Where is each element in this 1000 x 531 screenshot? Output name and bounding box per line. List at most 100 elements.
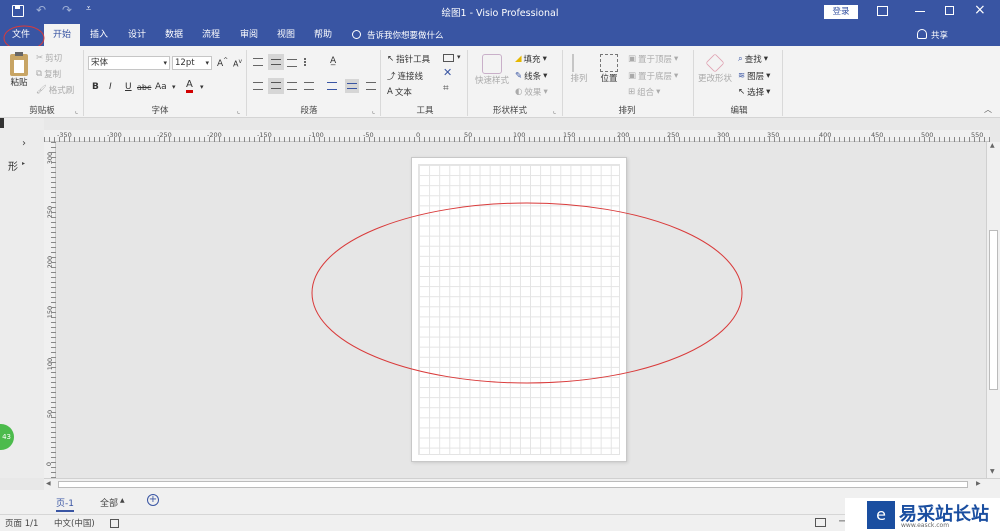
chevron-down-icon: ▾ xyxy=(172,83,176,91)
pointer-tool-button[interactable]: ↖ 指针工具 xyxy=(387,53,430,65)
restore-icon[interactable] xyxy=(945,6,954,15)
chevron-down-icon: ▾ xyxy=(163,59,167,67)
search-icon xyxy=(352,30,361,39)
redo-icon[interactable]: ↷ xyxy=(62,3,72,17)
collapse-ribbon-icon[interactable]: ︿ xyxy=(984,104,992,115)
share-button[interactable]: 共享 xyxy=(931,29,948,41)
shrink-font-icon[interactable]: Av xyxy=(233,58,242,69)
page-number[interactable]: 页面 1/1 xyxy=(5,517,38,529)
scroll-down-icon[interactable]: ▼ xyxy=(990,468,995,475)
effects-button[interactable]: ◐ 效果 ▾ xyxy=(515,86,548,98)
undo-icon[interactable]: ↶ xyxy=(36,3,46,17)
text-direction-button[interactable]: A̲ xyxy=(330,56,336,66)
send-back-button[interactable]: ▣ 置于底层 ▾ xyxy=(628,70,678,82)
font-name-select[interactable]: 宋体 ▾ xyxy=(88,56,170,70)
font-size-select[interactable]: 12pt ▾ xyxy=(172,56,212,70)
close-icon[interactable]: ✕ xyxy=(443,66,452,79)
select-button[interactable]: ↖ 选择 ▾ xyxy=(738,86,770,98)
save-icon[interactable] xyxy=(12,5,24,17)
text-icon: A xyxy=(387,87,393,97)
tab-help[interactable]: 帮助 xyxy=(308,24,338,46)
tab-view[interactable]: 视图 xyxy=(271,24,301,46)
scroll-right-icon[interactable]: ▶ xyxy=(976,480,981,487)
position-button[interactable]: 位置 xyxy=(597,54,621,84)
bring-front-button[interactable]: ▣ 置于顶层 ▾ xyxy=(628,53,678,65)
fill-button[interactable]: ◢ 填充 ▾ xyxy=(515,53,547,65)
layers-icon: ≋ xyxy=(738,71,746,81)
close-icon[interactable]: × xyxy=(974,2,986,18)
change-case-button[interactable]: Aa xyxy=(155,82,167,92)
group-icon: ⊞ xyxy=(628,87,636,97)
chevron-right-icon[interactable]: › xyxy=(22,138,26,149)
scroll-left-icon[interactable]: ◀ xyxy=(46,480,51,487)
text-tool-button[interactable]: A 文本 xyxy=(387,86,412,98)
find-button[interactable]: ⌕ 查找 ▾ xyxy=(738,53,768,65)
watermark-logo: e xyxy=(867,501,895,529)
scroll-up-icon[interactable]: ▲ xyxy=(990,142,995,149)
tab-process[interactable]: 流程 xyxy=(196,24,226,46)
strikethrough-button[interactable]: abc xyxy=(137,83,151,92)
bullets-button[interactable] xyxy=(304,58,314,66)
drawing-canvas[interactable] xyxy=(56,142,986,478)
shapes-pane-label[interactable]: 形 xyxy=(8,158,18,173)
horizontal-scrollbar[interactable]: ◀ ▶ xyxy=(44,478,1000,490)
tab-review[interactable]: 审阅 xyxy=(234,24,264,46)
minimize-icon[interactable] xyxy=(915,11,925,12)
align-arrange-button[interactable]: 排列 xyxy=(568,54,590,84)
tab-insert[interactable]: 插入 xyxy=(84,24,114,46)
vertical-scroll-thumb[interactable] xyxy=(989,230,998,390)
align-top-button[interactable] xyxy=(253,58,263,66)
page-tab[interactable]: 页-1 xyxy=(56,496,74,512)
justify-button[interactable] xyxy=(304,82,314,90)
font-color-button[interactable]: A xyxy=(186,80,193,93)
paste-button[interactable]: 粘贴 xyxy=(6,52,32,88)
ribbon-display-icon[interactable] xyxy=(877,6,888,16)
copy-button[interactable]: ⧉ 复制 xyxy=(36,68,61,80)
vertical-scrollbar[interactable]: ▲ ▼ xyxy=(986,142,1000,478)
quick-styles-button[interactable]: 快速样式 xyxy=(472,54,512,86)
font-launcher-icon[interactable]: ⌞ xyxy=(237,107,240,115)
layers-button[interactable]: ≋ 图层 ▾ xyxy=(738,70,770,82)
grow-font-icon[interactable]: A^ xyxy=(217,57,228,69)
horizontal-scroll-thumb[interactable] xyxy=(58,481,968,488)
shape-styles-launcher-icon[interactable]: ⌞ xyxy=(553,107,556,115)
add-page-button[interactable]: + xyxy=(147,494,159,506)
bold-button[interactable]: B xyxy=(92,82,99,92)
align-left-button[interactable] xyxy=(253,82,263,90)
group-label-paragraph: 段落 xyxy=(300,106,318,116)
italic-button[interactable]: I xyxy=(109,82,112,92)
clipboard-launcher-icon[interactable]: ⌞ xyxy=(75,107,78,115)
decrease-indent-button[interactable] xyxy=(327,82,337,90)
tab-design[interactable]: 设计 xyxy=(122,24,152,46)
connector-button[interactable]: ⤴ 连接线 xyxy=(387,70,423,82)
tell-me-box[interactable]: 告诉我你想要做什么 xyxy=(367,29,444,41)
send-back-icon: ▣ xyxy=(628,71,637,81)
align-center-button[interactable] xyxy=(268,78,284,94)
macro-icon[interactable] xyxy=(110,519,119,528)
tab-home[interactable]: 开始 xyxy=(44,24,80,46)
paragraph-launcher-icon[interactable]: ⌞ xyxy=(372,107,375,115)
login-button[interactable]: 登录 xyxy=(824,5,858,19)
language[interactable]: 中文(中国) xyxy=(54,517,95,529)
align-middle-button[interactable] xyxy=(268,54,284,70)
align-right-button[interactable] xyxy=(287,82,297,90)
align-bottom-button[interactable] xyxy=(287,59,297,67)
line-button[interactable]: ✎ 线条 ▾ xyxy=(515,70,547,82)
format-painter-button[interactable]: 🖌 格式刷 xyxy=(36,84,74,96)
change-shape-icon xyxy=(705,53,725,73)
increase-indent-button[interactable] xyxy=(345,79,359,93)
paragraph-more-button[interactable] xyxy=(366,82,376,90)
presentation-mode-icon[interactable] xyxy=(815,518,826,527)
all-pages-button[interactable]: 全部 xyxy=(100,496,118,509)
underline-button[interactable]: U xyxy=(125,82,132,92)
crop-icon[interactable]: ⌗ xyxy=(443,83,449,94)
pointer-icon: ↖ xyxy=(387,54,395,64)
group-button[interactable]: ⊞ 组合 ▾ xyxy=(628,86,660,98)
qat-customize-icon[interactable]: ⩡ xyxy=(86,4,91,14)
quick-styles-icon xyxy=(482,54,502,74)
cut-button[interactable]: ✂ 剪切 xyxy=(36,52,62,64)
rectangle-icon[interactable] xyxy=(443,54,454,62)
change-shape-button[interactable]: 更改形状 xyxy=(697,53,733,84)
fill-icon: ◢ xyxy=(515,54,522,64)
tab-data[interactable]: 数据 xyxy=(159,24,189,46)
